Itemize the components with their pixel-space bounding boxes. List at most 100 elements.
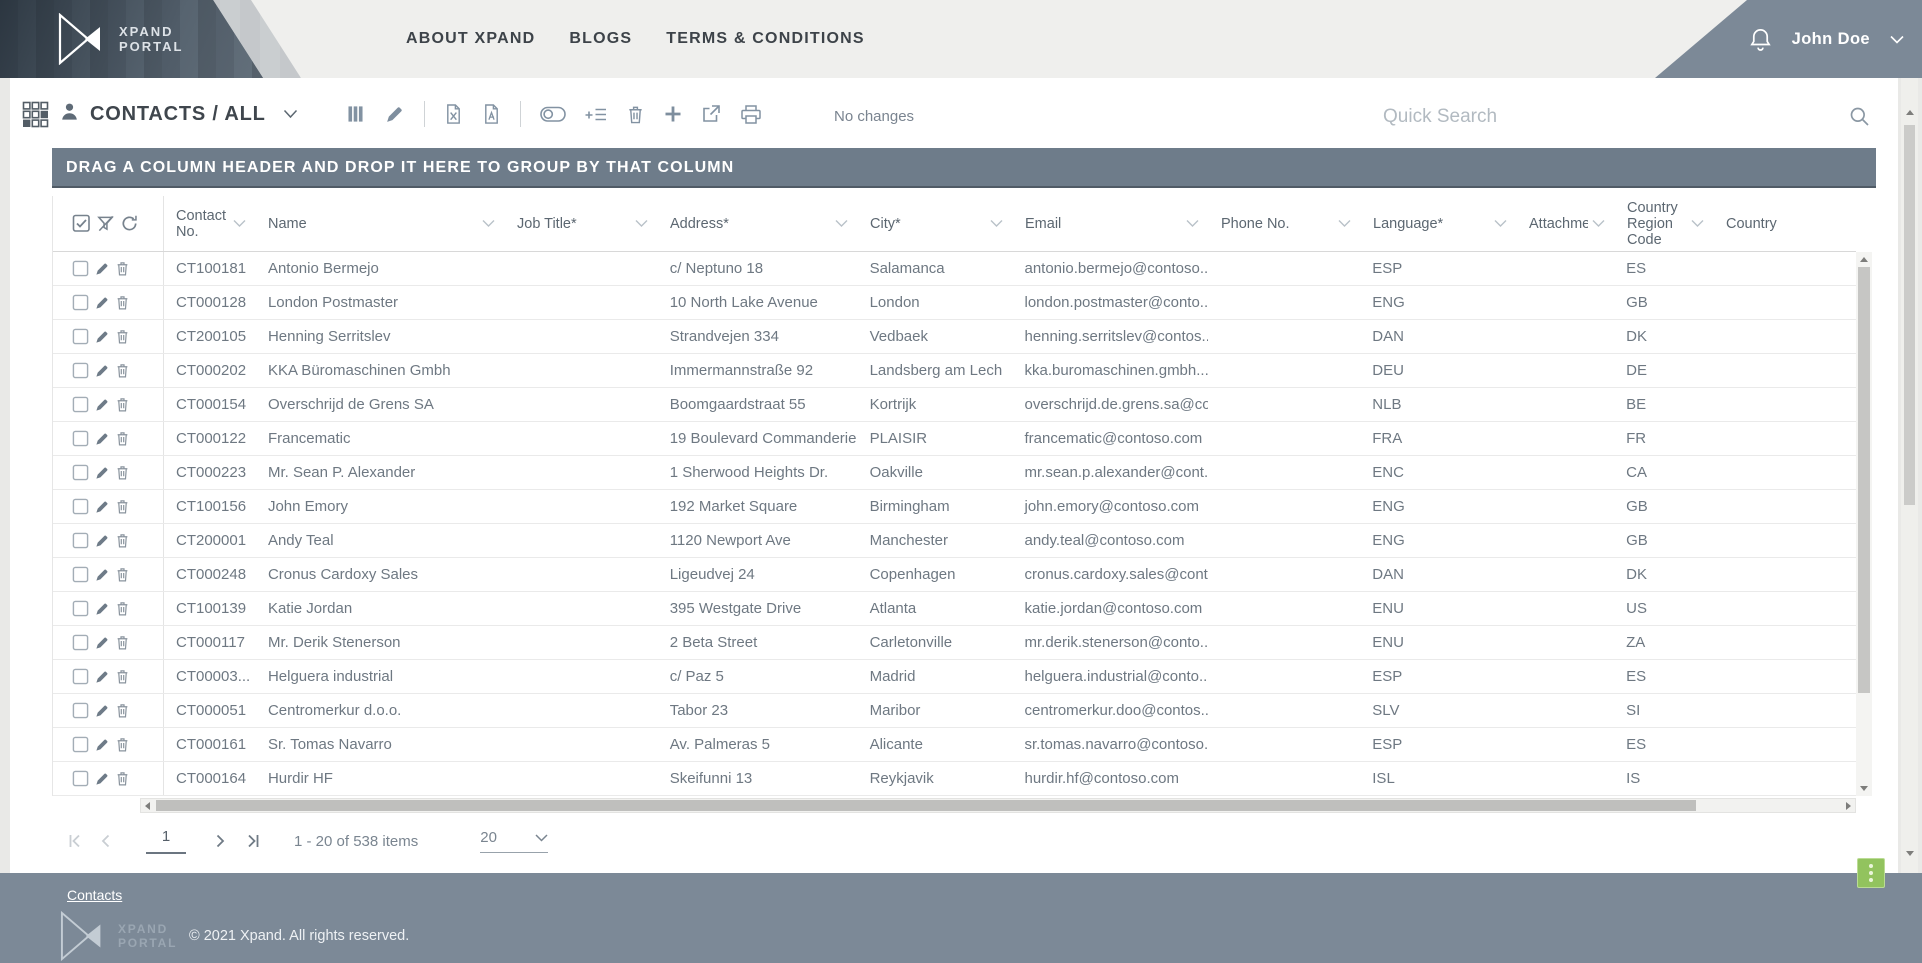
column-chevron-down-icon[interactable] [1494, 219, 1507, 228]
scroll-right-arrow[interactable] [1846, 802, 1851, 810]
row-checkbox[interactable] [72, 634, 89, 651]
table-row[interactable]: CT000154 Overschrijd de Grens SA Boomgaard… [53, 388, 1856, 422]
row-delete-trash-icon[interactable] [115, 328, 130, 345]
nav-blogs[interactable]: BLOGS [569, 30, 632, 48]
row-checkbox[interactable] [72, 736, 89, 753]
page-vertical-scrollbar[interactable] [1901, 78, 1918, 873]
export-excel-icon[interactable] [444, 103, 463, 125]
row-delete-trash-icon[interactable] [115, 294, 130, 311]
column-chevron-down-icon[interactable] [990, 219, 1003, 228]
next-page-button[interactable] [216, 834, 226, 848]
row-edit-pencil-icon[interactable] [94, 771, 110, 787]
print-icon[interactable] [740, 104, 762, 125]
column-header-address[interactable]: Address* [658, 196, 858, 251]
table-row[interactable]: CT000202 KKA Büromaschinen Gmbh Immermanns… [53, 354, 1856, 388]
row-delete-trash-icon[interactable] [115, 464, 130, 481]
column-chevron-down-icon[interactable] [1691, 219, 1704, 228]
column-header-language[interactable]: Language* [1361, 196, 1517, 251]
row-edit-pencil-icon[interactable] [94, 567, 110, 583]
table-row[interactable]: CT100139 Katie Jordan 395 Westgate Drive At… [53, 592, 1856, 626]
row-edit-pencil-icon[interactable] [94, 261, 110, 277]
row-checkbox[interactable] [72, 260, 89, 277]
row-edit-pencil-icon[interactable] [94, 363, 110, 379]
row-delete-trash-icon[interactable] [115, 668, 130, 685]
first-page-button[interactable] [68, 834, 82, 848]
row-checkbox[interactable] [72, 770, 89, 787]
row-checkbox[interactable] [72, 566, 89, 583]
nav-about-xpand[interactable]: ABOUT XPAND [406, 30, 535, 48]
export-pdf-icon[interactable] [482, 103, 501, 125]
row-delete-trash-icon[interactable] [115, 430, 130, 447]
select-all-checkbox-icon[interactable] [72, 214, 91, 233]
table-row[interactable]: CT200001 Andy Teal 1120 Newport Ave Manches… [53, 524, 1856, 558]
row-edit-pencil-icon[interactable] [94, 533, 110, 549]
table-row[interactable]: CT00003... Helguera industrial c/ Paz 5 Mad… [53, 660, 1856, 694]
current-page-input[interactable]: 1 [146, 828, 186, 854]
footer-contacts-link[interactable]: Contacts [67, 887, 122, 903]
table-row[interactable]: CT000223 Mr. Sean P. Alexander 1 Sherwood … [53, 456, 1856, 490]
row-edit-pencil-icon[interactable] [94, 703, 110, 719]
column-chevron-down-icon[interactable] [233, 219, 246, 228]
row-delete-trash-icon[interactable] [115, 600, 130, 617]
page-scroll-down-arrow[interactable] [1906, 851, 1914, 856]
row-edit-pencil-icon[interactable] [94, 329, 110, 345]
row-delete-trash-icon[interactable] [115, 532, 130, 549]
user-menu[interactable]: John Doe [1792, 30, 1870, 49]
table-row[interactable]: CT000164 Hurdir HF Skeifunni 13 Reykjavik hu… [53, 762, 1856, 796]
apps-grid-icon[interactable] [22, 101, 49, 128]
row-edit-pencil-icon[interactable] [94, 635, 110, 651]
choose-columns-icon[interactable] [346, 104, 365, 124]
row-checkbox[interactable] [72, 532, 89, 549]
column-chevron-down-icon[interactable] [1592, 219, 1605, 228]
row-checkbox[interactable] [72, 396, 89, 413]
edit-pencil-icon[interactable] [384, 104, 405, 125]
row-delete-trash-icon[interactable] [115, 362, 130, 379]
user-chevron-down-icon[interactable] [1890, 35, 1904, 44]
column-header-contact_no[interactable]: Contact No. [164, 196, 256, 251]
row-edit-pencil-icon[interactable] [94, 499, 110, 515]
row-edit-pencil-icon[interactable] [94, 465, 110, 481]
toggle-switch-icon[interactable] [540, 106, 566, 123]
row-edit-pencil-icon[interactable] [94, 737, 110, 753]
delete-trash-icon[interactable] [626, 104, 645, 125]
table-row[interactable]: CT000122 Francematic 19 Boulevard Commande… [53, 422, 1856, 456]
page-scroll-up-arrow[interactable] [1906, 110, 1914, 115]
row-delete-trash-icon[interactable] [115, 702, 130, 719]
column-chevron-down-icon[interactable] [835, 219, 848, 228]
column-chevron-down-icon[interactable] [635, 219, 648, 228]
table-row[interactable]: CT000248 Cronus Cardoxy Sales Ligeudvej 24… [53, 558, 1856, 592]
notifications-bell-icon[interactable] [1749, 27, 1772, 52]
table-row[interactable]: CT000128 London Postmaster 10 North Lake A… [53, 286, 1856, 320]
scroll-down-arrow[interactable] [1860, 786, 1868, 791]
table-row[interactable]: CT100181 Antonio Bermejo c/ Neptuno 18 Sala… [53, 252, 1856, 286]
row-checkbox[interactable] [72, 668, 89, 685]
page-size-dropdown[interactable]: 20 [480, 829, 549, 853]
row-checkbox[interactable] [72, 294, 89, 311]
group-by-drop-zone[interactable]: DRAG A COLUMN HEADER AND DROP IT HERE TO… [52, 148, 1876, 188]
row-checkbox[interactable] [72, 702, 89, 719]
row-edit-pencil-icon[interactable] [94, 431, 110, 447]
column-header-email[interactable]: Email [1013, 196, 1209, 251]
grid-vertical-scrollbar[interactable] [1856, 252, 1872, 796]
clear-filter-icon[interactable] [96, 214, 115, 233]
table-row[interactable]: CT200105 Henning Serritslev Strandvejen 33… [53, 320, 1856, 354]
column-header-city[interactable]: City* [858, 196, 1013, 251]
page-vscroll-thumb[interactable] [1904, 125, 1915, 505]
row-checkbox[interactable] [72, 600, 89, 617]
quick-actions-button[interactable] [1857, 858, 1885, 888]
row-checkbox[interactable] [72, 328, 89, 345]
column-chevron-down-icon[interactable] [1186, 219, 1199, 228]
open-external-icon[interactable] [701, 104, 721, 124]
row-edit-pencil-icon[interactable] [94, 601, 110, 617]
row-edit-pencil-icon[interactable] [94, 669, 110, 685]
row-delete-trash-icon[interactable] [115, 770, 130, 787]
refresh-icon[interactable] [120, 214, 139, 233]
scroll-up-arrow[interactable] [1860, 257, 1868, 262]
table-row[interactable]: CT000051 Centromerkur d.o.o. Tabor 23 Marib… [53, 694, 1856, 728]
insert-row-icon[interactable] [585, 105, 607, 124]
table-row[interactable]: CT000161 Sr. Tomas Navarro Av. Palmeras 5 A… [53, 728, 1856, 762]
row-checkbox[interactable] [72, 430, 89, 447]
search-icon[interactable] [1849, 106, 1870, 132]
column-header-job_title[interactable]: Job Title* [505, 196, 658, 251]
grid-hscroll-thumb[interactable] [156, 800, 1696, 811]
